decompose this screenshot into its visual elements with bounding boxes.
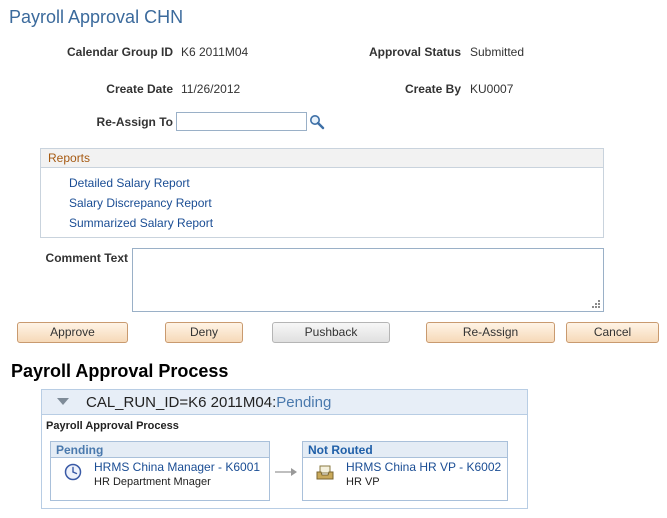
collapse-triangle-icon[interactable] xyxy=(57,398,69,405)
create-by-label: Create By xyxy=(404,82,461,96)
step-approver-link[interactable]: HRMS China HR VP - K6002 xyxy=(346,460,501,474)
clock-icon xyxy=(64,463,82,481)
create-date-value: 11/26/2012 xyxy=(181,82,241,96)
process-section-title: Payroll Approval Process xyxy=(11,361,229,381)
step-role: HR VP xyxy=(346,476,380,488)
calendar-group-id-value: K6 2011M04 xyxy=(181,45,249,59)
reassign-to-input[interactable] xyxy=(176,112,307,131)
summarized-salary-report-link[interactable]: Summarized Salary Report xyxy=(69,216,213,230)
step-status: Pending xyxy=(51,442,269,458)
approval-process-panel: CAL_RUN_ID=K6 2011M04:Pending Payroll Ap… xyxy=(41,389,528,509)
approval-step-pending: Pending HRMS China Manager - K6001 HR De… xyxy=(50,441,270,501)
reports-header: Reports xyxy=(41,149,603,168)
process-subtitle: Payroll Approval Process xyxy=(46,420,179,432)
search-icon[interactable] xyxy=(309,114,325,130)
run-id-label: CAL_RUN_ID=K6 2011M04: xyxy=(86,394,277,411)
approval-step-not-routed: Not Routed HRMS China HR VP - K6002 HR V… xyxy=(302,441,508,501)
process-header-text: CAL_RUN_ID=K6 2011M04:Pending xyxy=(86,394,331,411)
step-approver-link[interactable]: HRMS China Manager - K6001 xyxy=(94,460,260,474)
calendar-group-id-label: Calendar Group ID xyxy=(66,45,173,59)
resize-grip-icon[interactable] xyxy=(591,299,601,309)
process-header[interactable]: CAL_RUN_ID=K6 2011M04:Pending xyxy=(42,390,527,415)
run-status: Pending xyxy=(276,394,332,411)
deny-button[interactable]: Deny xyxy=(165,322,243,343)
arrow-right-icon xyxy=(274,466,298,476)
cancel-button[interactable]: Cancel xyxy=(566,322,659,343)
step-role: HR Department Mnager xyxy=(94,476,211,488)
comment-textarea[interactable] xyxy=(132,248,604,312)
step-status: Not Routed xyxy=(303,442,507,458)
page-title: Payroll Approval CHN xyxy=(9,7,184,27)
create-by-value: KU0007 xyxy=(470,82,514,96)
reassign-to-label: Re-Assign To xyxy=(96,115,173,129)
pushback-button[interactable]: Pushback xyxy=(272,322,390,343)
comment-text-label: Comment Text xyxy=(45,251,128,265)
reassign-button[interactable]: Re-Assign xyxy=(426,322,555,343)
approval-status-value: Submitted xyxy=(470,45,525,59)
salary-discrepancy-report-link[interactable]: Salary Discrepancy Report xyxy=(69,196,212,210)
reports-group: Reports Detailed Salary Report Salary Di… xyxy=(40,148,604,238)
approve-button[interactable]: Approve xyxy=(17,322,128,343)
create-date-label: Create Date xyxy=(106,82,173,96)
detailed-salary-report-link[interactable]: Detailed Salary Report xyxy=(69,176,190,190)
approval-status-label: Approval Status xyxy=(368,45,461,59)
inbox-tray-icon xyxy=(316,464,334,480)
